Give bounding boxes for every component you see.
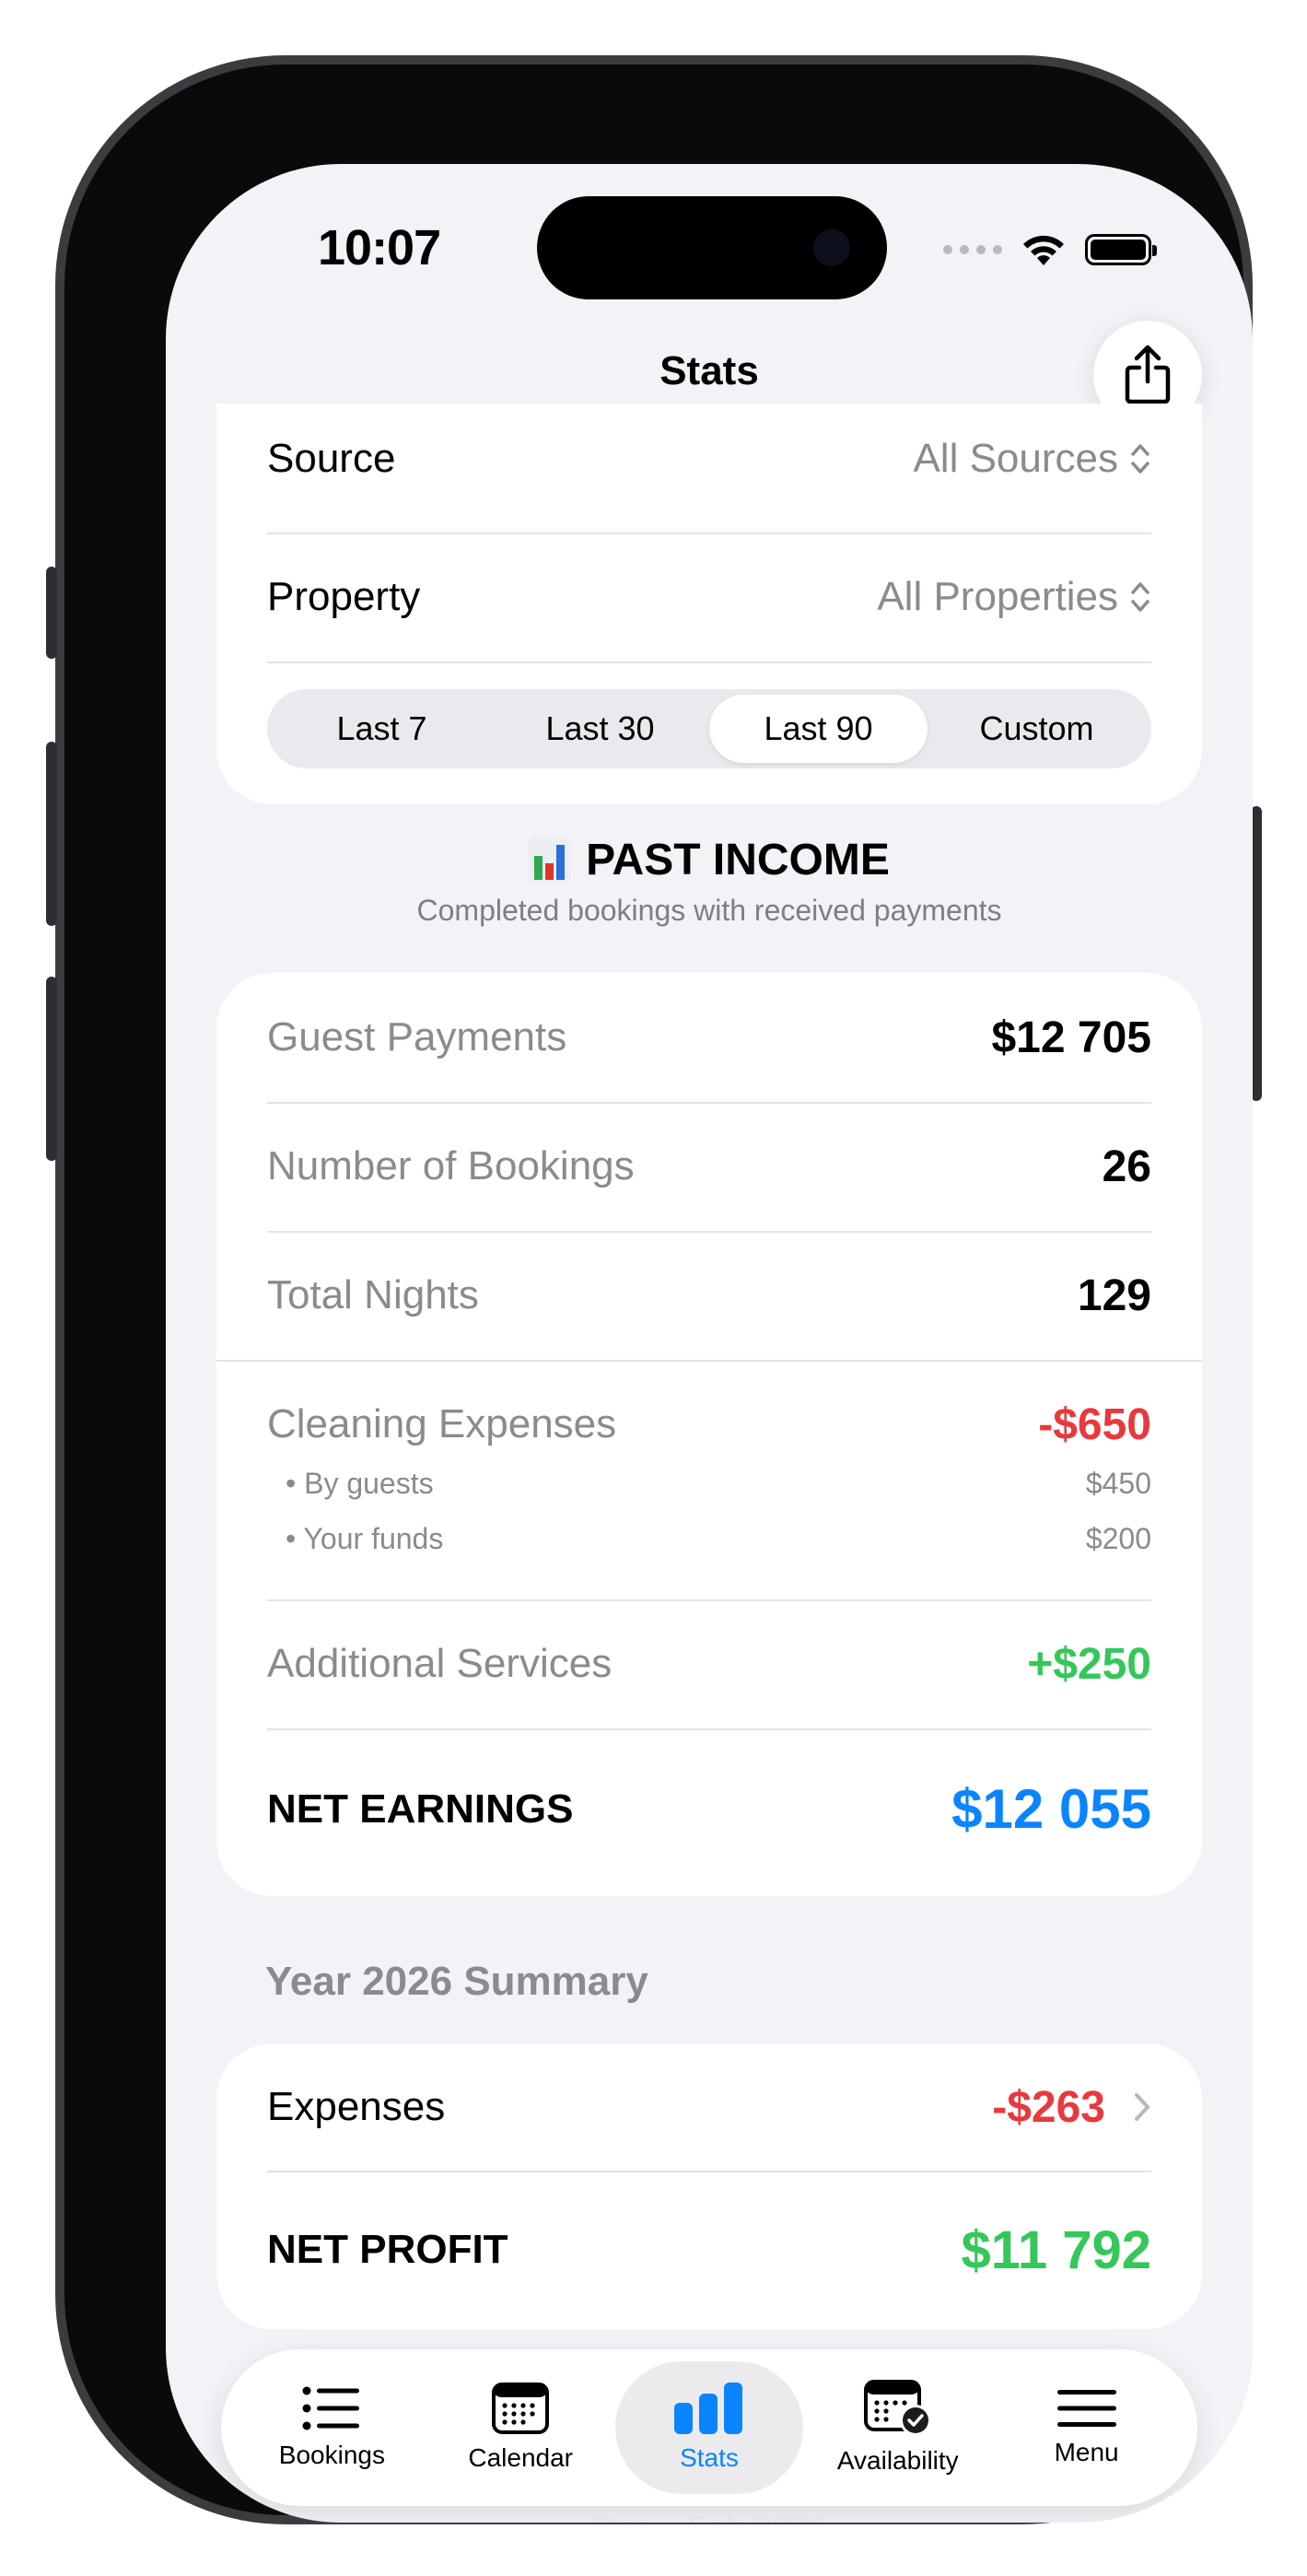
net-earnings-label: NET EARNINGS bbox=[267, 1786, 574, 1832]
past-income-header: PAST INCOME bbox=[166, 835, 1253, 885]
net-profit-label: NET PROFIT bbox=[267, 2227, 508, 2272]
filter-card: Source All Sources Property All Properti… bbox=[216, 404, 1202, 804]
dynamic-island bbox=[537, 196, 887, 299]
tab-bookings-label: Bookings bbox=[278, 2441, 385, 2469]
additional-services-label: Additional Services bbox=[267, 1641, 613, 1686]
tab-bookings[interactable]: Bookings bbox=[238, 2361, 426, 2494]
guest-payments-value: $12 705 bbox=[991, 1013, 1151, 1062]
cellular-signal-icon bbox=[943, 245, 1002, 254]
nights-row: Total Nights 129 bbox=[267, 1231, 1151, 1360]
wifi-icon bbox=[1023, 235, 1064, 265]
additional-services-row: Additional Services +$250 bbox=[267, 1599, 1151, 1728]
source-label: Source bbox=[267, 436, 396, 481]
status-icons bbox=[943, 228, 1157, 271]
property-picker[interactable]: All Properties bbox=[877, 574, 1151, 620]
guest-payments-label: Guest Payments bbox=[267, 1014, 567, 1060]
tab-calendar[interactable]: Calendar bbox=[426, 2361, 615, 2494]
past-income-title: PAST INCOME bbox=[586, 836, 890, 884]
page-title: Stats bbox=[659, 348, 759, 393]
property-label: Property bbox=[267, 574, 421, 619]
by-guests-row: • By guests $450 bbox=[286, 1467, 1151, 1501]
property-value: All Properties bbox=[877, 574, 1118, 619]
hamburger-menu-icon bbox=[1056, 2390, 1116, 2427]
year-summary-card: Expenses -$263 NET PROFIT $11 792 bbox=[216, 2043, 1202, 2329]
past-income-subtitle: Completed bookings with received payment… bbox=[416, 894, 1002, 927]
nights-label: Total Nights bbox=[267, 1272, 479, 1317]
source-picker[interactable]: All Sources bbox=[913, 436, 1151, 482]
range-last-90[interactable]: Last 90 bbox=[709, 695, 928, 763]
range-last-7[interactable]: Last 7 bbox=[273, 695, 491, 763]
volume-up-button bbox=[46, 742, 57, 926]
net-earnings-row: NET EARNINGS $12 055 bbox=[267, 1728, 1151, 1890]
chevron-up-down-icon bbox=[1131, 582, 1149, 612]
past-income-card: Guest Payments $12 705 Number of Booking… bbox=[216, 973, 1202, 1896]
net-earnings-value: $12 055 bbox=[951, 1778, 1151, 1840]
source-value: All Sources bbox=[913, 436, 1118, 481]
chevron-right-icon bbox=[1135, 2093, 1149, 2121]
your-funds-value: $200 bbox=[1085, 1522, 1151, 1555]
property-row[interactable]: Property All Properties bbox=[267, 533, 1151, 662]
net-profit-row: NET PROFIT $11 792 bbox=[267, 2171, 1151, 2329]
expenses-label: Expenses bbox=[267, 2084, 446, 2129]
camera-icon bbox=[813, 229, 850, 266]
tab-stats-label: Stats bbox=[680, 2443, 739, 2472]
phone-frame: 10:07 Stats Source All Sources Property … bbox=[46, 55, 1262, 2524]
calendar-check-icon bbox=[863, 2380, 931, 2436]
year-summary-title: Year 2026 Summary bbox=[265, 1959, 648, 2004]
expenses-row[interactable]: Expenses -$263 bbox=[267, 2043, 1151, 2171]
range-last-30[interactable]: Last 30 bbox=[491, 695, 709, 763]
volume-down-button bbox=[46, 977, 57, 1161]
guest-payments-row: Guest Payments $12 705 bbox=[267, 973, 1151, 1102]
list-icon bbox=[302, 2386, 360, 2430]
by-guests-label: • By guests bbox=[286, 1467, 434, 1500]
tab-availability[interactable]: Availability bbox=[803, 2361, 992, 2494]
battery-icon bbox=[1085, 234, 1157, 265]
source-row[interactable]: Source All Sources bbox=[267, 404, 1151, 514]
bar-chart-icon bbox=[529, 837, 572, 884]
bar-chart-icon bbox=[673, 2383, 742, 2434]
tab-menu-label: Menu bbox=[1054, 2438, 1119, 2466]
range-segmented-control: Last 7 Last 30 Last 90 Custom bbox=[267, 689, 1151, 768]
tab-stats[interactable]: Stats bbox=[614, 2361, 804, 2494]
by-guests-value: $450 bbox=[1085, 1467, 1151, 1500]
cleaning-value: -$650 bbox=[1038, 1399, 1151, 1449]
tab-bar: Bookings Calendar Stats Availability Men… bbox=[221, 2349, 1197, 2506]
nights-value: 129 bbox=[1077, 1270, 1151, 1320]
divider bbox=[267, 662, 1151, 663]
screen: 10:07 Stats Source All Sources Property … bbox=[166, 164, 1253, 2523]
bookings-value: 26 bbox=[1102, 1142, 1151, 1191]
your-funds-row: • Your funds $200 bbox=[286, 1522, 1151, 1556]
additional-services-value: +$250 bbox=[1027, 1639, 1151, 1689]
expenses-value: -$263 bbox=[992, 2082, 1105, 2132]
your-funds-label: • Your funds bbox=[286, 1522, 444, 1555]
range-custom[interactable]: Custom bbox=[928, 695, 1146, 763]
calendar-icon bbox=[492, 2383, 550, 2434]
cleaning-label: Cleaning Expenses bbox=[267, 1401, 617, 1446]
tab-availability-label: Availability bbox=[836, 2446, 959, 2475]
bookings-label: Number of Bookings bbox=[267, 1143, 635, 1188]
net-profit-value: $11 792 bbox=[961, 2219, 1151, 2280]
action-button bbox=[46, 567, 57, 659]
status-time: 10:07 bbox=[318, 220, 441, 275]
tab-calendar-label: Calendar bbox=[468, 2443, 574, 2472]
tab-menu[interactable]: Menu bbox=[992, 2361, 1181, 2494]
bookings-row: Number of Bookings 26 bbox=[267, 1102, 1151, 1231]
scrolled-content-date-range: Dec – Feb 2026 bbox=[166, 2509, 1253, 2523]
share-icon bbox=[1125, 345, 1171, 404]
chevron-up-down-icon bbox=[1131, 444, 1149, 474]
